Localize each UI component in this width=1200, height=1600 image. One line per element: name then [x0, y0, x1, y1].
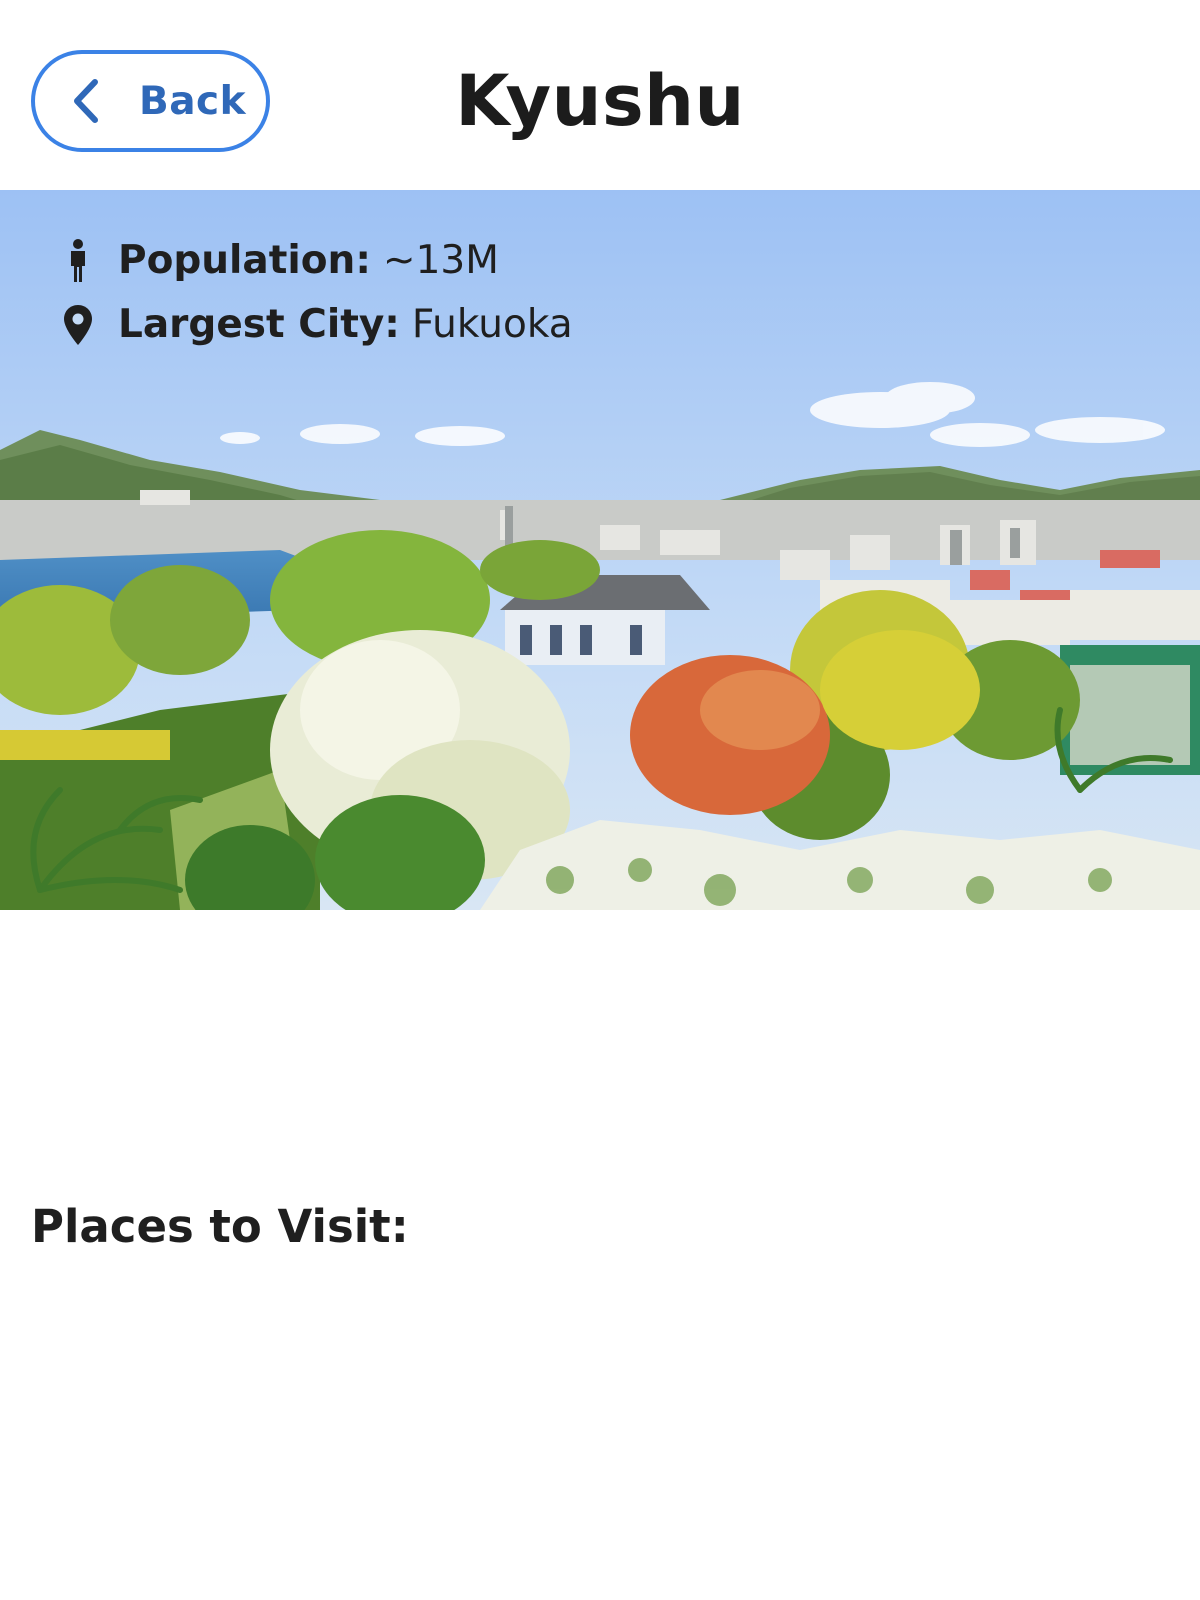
population-label: Population:: [118, 238, 371, 283]
person-icon: [71, 238, 85, 282]
places-to-visit-heading: Places to Visit:: [31, 1200, 409, 1253]
population-row: Population: ~13M: [62, 238, 499, 283]
page-title: Kyushu: [455, 60, 745, 142]
header-bar: Back Kyushu: [0, 0, 1200, 190]
kyushu-detail-screen: Back Kyushu Population: ~13M Largest Cit…: [0, 0, 1200, 1600]
population-value: ~13M: [382, 238, 499, 283]
landscape-photo: [0, 190, 1200, 910]
largest-city-value: Fukuoka: [411, 302, 573, 347]
hero-image: Population: ~13M Largest City: Fukuoka: [0, 190, 1200, 910]
largest-city-label: Largest City:: [118, 302, 400, 347]
location-pin-icon: [64, 304, 92, 345]
largest-city-row: Largest City: Fukuoka: [62, 302, 573, 347]
